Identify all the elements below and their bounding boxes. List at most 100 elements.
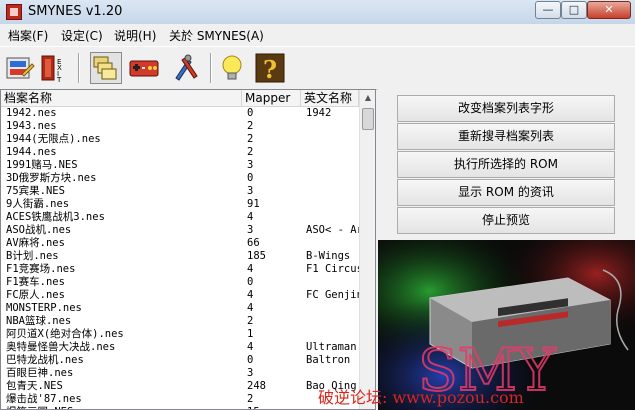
cell-mapper: 15 <box>247 406 301 409</box>
scroll-thumb[interactable] <box>362 108 374 130</box>
cell-filename: ACES铁鹰战机3.nes <box>6 211 105 223</box>
menu-file[interactable]: 档案(F) <box>8 27 48 44</box>
cell-filename: 巴特龙战机.nes <box>6 354 84 366</box>
minimize-button[interactable]: — <box>535 1 561 19</box>
table-row[interactable]: MONSTERP.nes 4 <box>1 302 359 315</box>
cell-filename: 百眼巨神.nes <box>6 367 74 379</box>
menu-help[interactable]: 说明(H) <box>114 27 156 44</box>
app-icon[interactable] <box>6 4 22 20</box>
exit-icon[interactable]: E X I T <box>38 52 70 84</box>
run-selected-rom-button[interactable]: 执行所选择的 ROM <box>397 151 615 178</box>
table-row[interactable]: 阿贝道X(绝对合体).nes 1 <box>1 328 359 341</box>
table-row[interactable]: ASO战机.nes 3 ASO< - Ar <box>1 224 361 237</box>
cell-filename: 1944.nes <box>6 146 57 158</box>
toolbar-separator <box>210 53 212 83</box>
cell-english-name: FC Genjin <box>306 289 361 301</box>
cell-filename: 1991赌马.NES <box>6 159 78 171</box>
title-bar: SMYNES v1.20 — □ ✕ <box>0 0 635 25</box>
cell-mapper: 185 <box>247 250 266 262</box>
cell-english-name: ASO< - Ar <box>306 224 361 236</box>
cell-mapper: 4 <box>247 289 254 301</box>
table-row[interactable]: 75宾果.NES 3 <box>1 185 359 198</box>
toolbar-separator <box>78 53 80 83</box>
scroll-up-arrow[interactable]: ▲ <box>360 90 375 106</box>
list-rows: 1942.nes 0 1942 1943.nes 2 1944(无限点).nes 2 1944… <box>1 107 361 409</box>
vertical-scrollbar[interactable]: ▲ <box>359 90 375 409</box>
table-row[interactable]: AV麻将.nes 66 <box>1 237 359 250</box>
svg-text:T: T <box>56 76 62 84</box>
table-row[interactable]: 奥特曼怪兽大决战.nes 4 Ultraman <box>1 341 359 354</box>
change-list-font-button[interactable]: 改变档案列表字形 <box>397 95 615 122</box>
table-row[interactable]: 爆笑三国.NES 15 <box>1 406 359 409</box>
cell-mapper: 2 <box>247 146 254 158</box>
rescan-list-button[interactable]: 重新搜寻档案列表 <box>397 123 615 150</box>
table-row[interactable]: 1943.nes 2 <box>1 120 359 133</box>
cell-mapper: 4 <box>247 263 254 275</box>
tools-icon[interactable] <box>170 52 202 84</box>
table-row[interactable]: 1991赌马.NES 3 <box>1 159 359 172</box>
table-row[interactable]: F1竞赛场.nes 4 F1 Circus <box>1 263 361 276</box>
rom-list-icon[interactable] <box>90 52 122 84</box>
table-row[interactable]: FC原人.nes 4 FC Genjin <box>1 289 361 302</box>
cell-english-name: Ultraman <box>306 341 357 353</box>
svg-text:?: ? <box>263 55 277 84</box>
rom-list[interactable]: 档案名称 Mapper 英文名称 1942.nes 0 1942 1943.nes 2 1… <box>0 89 376 410</box>
cell-filename: 爆笑三国.NES <box>6 406 242 409</box>
cell-mapper: 66 <box>247 237 260 249</box>
action-panel: 改变档案列表字形 重新搜寻档案列表 执行所选择的 ROM 显示 ROM 的资讯 … <box>378 89 635 239</box>
cell-mapper: 0 <box>247 107 254 119</box>
table-row[interactable]: 百眼巨神.nes 3 <box>1 367 359 380</box>
column-header-filename[interactable]: 档案名称 <box>1 90 242 106</box>
cell-mapper: 4 <box>247 211 254 223</box>
cell-filename: 1942.nes <box>6 107 57 119</box>
table-row[interactable]: 包青天.NES 248 Bao Qing <box>1 380 359 393</box>
list-header: 档案名称 Mapper 英文名称 <box>1 90 359 107</box>
close-button[interactable]: ✕ <box>587 1 631 19</box>
menu-bar: 档案(F) 设定(C) 说明(H) 关於 SMYNES(A) <box>0 24 635 46</box>
table-row[interactable]: 巴特龙战机.nes 0 Baltron <box>1 354 359 367</box>
table-row[interactable]: 1944(无限点).nes 2 <box>1 133 359 146</box>
table-row[interactable]: 9人街霸.nes 91 <box>1 198 359 211</box>
window-title: SMYNES v1.20 <box>28 4 123 19</box>
column-header-mapper[interactable]: Mapper <box>242 90 301 106</box>
rom-config-icon[interactable] <box>4 52 36 84</box>
table-row[interactable]: B计划.nes 185 B-Wings <box>1 250 359 263</box>
cell-filename: 阿贝道X(绝对合体).nes <box>6 328 124 340</box>
cell-filename: FC原人.nes <box>6 289 65 301</box>
cell-english-name: 1942 <box>306 107 332 119</box>
cell-mapper: 1 <box>247 328 254 340</box>
table-row[interactable]: NBA篮球.nes 2 <box>1 315 359 328</box>
cell-english-name: B-Wings <box>306 250 351 262</box>
controller-icon[interactable] <box>128 52 160 84</box>
cell-mapper: 0 <box>247 172 254 184</box>
table-row[interactable]: 1942.nes 0 1942 <box>1 107 359 120</box>
table-row[interactable]: 爆击战'87.nes 2 <box>1 393 359 406</box>
cell-mapper: 0 <box>247 354 254 366</box>
cell-filename: 9人街霸.nes <box>6 198 70 210</box>
cell-mapper: 3 <box>247 367 254 379</box>
cell-mapper: 2 <box>247 393 254 405</box>
help-icon[interactable]: ? <box>254 52 286 84</box>
cell-mapper: 3 <box>247 159 254 171</box>
maximize-button[interactable]: □ <box>561 1 587 19</box>
stop-preview-button[interactable]: 停止预览 <box>397 207 615 234</box>
cell-mapper: 91 <box>247 198 260 210</box>
column-header-english-name[interactable]: 英文名称 <box>301 90 359 106</box>
table-row[interactable]: 1944.nes 2 <box>1 146 359 159</box>
cell-filename: ASO战机.nes <box>6 224 72 236</box>
cell-mapper: 3 <box>247 185 254 197</box>
table-row[interactable]: 3D俄罗斯方块.nes 0 <box>1 172 359 185</box>
table-row[interactable]: ACES铁鹰战机3.nes 4 <box>1 211 359 224</box>
menu-settings[interactable]: 设定(C) <box>61 27 103 44</box>
cell-filename: MONSTERP.nes <box>6 302 82 314</box>
show-rom-info-button[interactable]: 显示 ROM 的资讯 <box>397 179 615 206</box>
lightbulb-icon[interactable] <box>216 52 248 84</box>
cell-mapper: 4 <box>247 302 254 314</box>
cell-filename: B计划.nes <box>6 250 59 262</box>
table-row[interactable]: F1赛车.nes 0 <box>1 276 359 289</box>
cell-mapper: 2 <box>247 133 254 145</box>
cell-filename: AV麻将.nes <box>6 237 65 249</box>
menu-about[interactable]: 关於 SMYNES(A) <box>169 27 264 44</box>
cell-mapper: 2 <box>247 120 254 132</box>
cell-mapper: 248 <box>247 380 266 392</box>
